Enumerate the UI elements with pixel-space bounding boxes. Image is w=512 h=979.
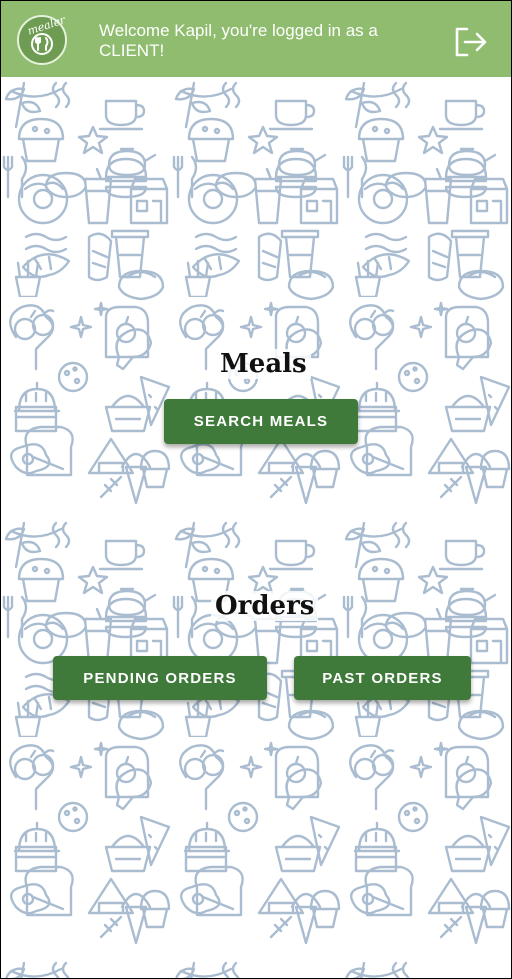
pending-orders-button[interactable]: PENDING ORDERS: [53, 656, 267, 700]
logout-icon: [455, 27, 487, 57]
welcome-message: Welcome Kapil, you're logged in as a CLI…: [99, 21, 378, 60]
mealer-logo: mealer: [17, 13, 67, 65]
food-doodle-background: [1, 77, 511, 978]
logout-button[interactable]: [453, 25, 489, 59]
orders-heading: Orders: [211, 591, 319, 621]
search-meals-button[interactable]: SEARCH MEALS: [164, 399, 358, 444]
app-header: mealer Welcome Kapil, you're logged in a…: [1, 1, 511, 77]
meals-heading: Meals: [216, 349, 311, 379]
plate-cutlery-icon: [31, 33, 53, 55]
past-orders-button[interactable]: PAST ORDERS: [294, 656, 471, 700]
app-screen: mealer Welcome Kapil, you're logged in a…: [0, 0, 512, 979]
